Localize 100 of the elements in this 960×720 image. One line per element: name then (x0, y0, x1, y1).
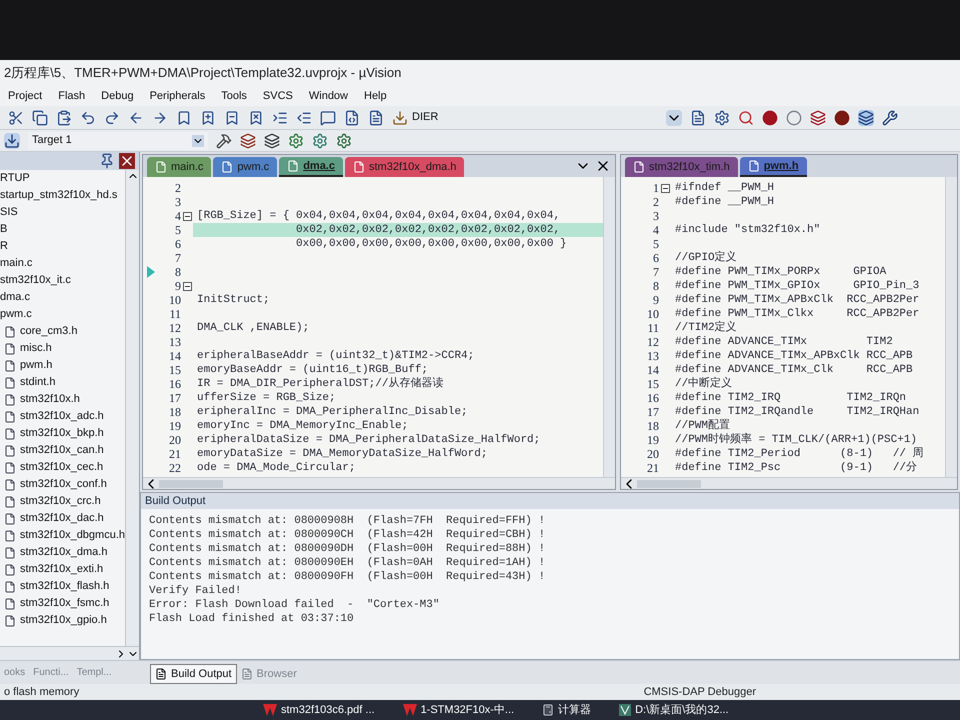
tree-item[interactable]: RTUP (0, 170, 30, 187)
close-icon[interactable] (119, 153, 135, 169)
search-icon[interactable] (738, 110, 754, 126)
cut-icon[interactable] (8, 110, 24, 126)
tree-item[interactable]: R (0, 238, 8, 255)
menu-item[interactable]: Tools (221, 88, 247, 104)
bookmark-clear-icon[interactable] (248, 110, 264, 126)
pin-icon[interactable] (99, 153, 115, 169)
fold-icon[interactable] (182, 282, 192, 290)
tree-item[interactable]: stm32f10x_fsmc.h (20, 595, 110, 612)
undo-icon[interactable] (80, 110, 96, 126)
file-icon (4, 530, 16, 542)
output-tab[interactable]: Build Output (150, 664, 237, 684)
horizontal-scrollbar[interactable] (143, 477, 615, 489)
tree-item[interactable]: stm32f10x_flash.h (20, 578, 110, 595)
file-icon (4, 342, 16, 354)
outdent-icon[interactable] (296, 110, 312, 126)
tree-item[interactable]: startup_stm32f10x_hd.s (0, 187, 118, 204)
vertical-scrollbar[interactable] (125, 170, 139, 646)
tree-item[interactable]: stm32f10x_it.c (0, 272, 71, 289)
bookmark-plus-icon[interactable] (200, 110, 216, 126)
code-line: emoryInc = DMA_MemoryInc_Enable; (197, 418, 408, 434)
tree-item[interactable]: pwm.h (20, 357, 52, 374)
tree-item[interactable]: SIS (0, 204, 18, 221)
line-number: 1 (652, 180, 659, 197)
taskbar-button[interactable]: D:\新桌面\我的32... (611, 700, 737, 720)
file-icon (4, 376, 16, 388)
settings-icon[interactable] (714, 110, 730, 126)
tree-item[interactable]: B (0, 221, 8, 238)
panel-title: Build Output (145, 494, 206, 509)
line-number: 3 (174, 194, 181, 211)
indent-icon[interactable] (272, 110, 288, 126)
dropdown-icon[interactable] (666, 110, 682, 126)
file-icon (4, 580, 16, 592)
bookmark-minus-icon[interactable] (224, 110, 240, 126)
document-icon[interactable] (690, 110, 706, 126)
code-line: emoryBaseAddr = (uint16_t)RGB_Buff; (197, 362, 428, 377)
editor-tab[interactable]: main.c (147, 157, 212, 177)
paste-icon[interactable] (56, 110, 72, 126)
code-line: #define TIM2_IRQ TIM2_IRQn (675, 390, 906, 406)
wrench-icon[interactable] (882, 110, 898, 126)
tree-item[interactable]: stm32f10x_dbgmcu.h (20, 527, 125, 544)
menu-item[interactable]: Peripherals (150, 88, 206, 104)
tree-item[interactable]: stm32f10x_can.h (20, 442, 104, 459)
tree-item[interactable]: stm32f10x_exti.h (20, 561, 104, 578)
tree-item[interactable]: core_cm3.h (20, 323, 78, 340)
vertical-scrollbar[interactable] (945, 177, 957, 477)
code-line: #define ADVANCE_TIMx TIM2 (675, 334, 893, 350)
tree-item[interactable]: stm32f10x_cec.h (20, 459, 104, 476)
tree-item[interactable]: stdint.h (20, 374, 56, 391)
line-number: 21 (646, 460, 659, 477)
taskbar-button[interactable]: 计算器 (534, 700, 600, 720)
redo-icon[interactable] (104, 110, 120, 126)
line-number: 15 (646, 376, 659, 393)
tree-item[interactable]: stm32f10x_conf.h (20, 476, 107, 493)
breakpoint-icon[interactable] (762, 110, 778, 126)
taskbar-button[interactable]: stm32f103c6.pdf ... (255, 700, 383, 720)
copy-icon[interactable] (32, 110, 48, 126)
taskbar-button[interactable]: 1-STM32F10x-中... (394, 700, 522, 720)
find-field[interactable]: DIER (412, 109, 662, 126)
tree-item[interactable]: stm32f10x_bkp.h (20, 425, 104, 442)
fold-icon[interactable] (182, 212, 192, 220)
line-number: 19 (168, 418, 181, 435)
bookmark-icon[interactable] (176, 110, 192, 126)
code-line: DMA_CLK ,ENABLE); (197, 320, 310, 336)
menu-item[interactable]: Flash (58, 88, 86, 104)
editor-tab[interactable]: stm32f10x_dma.h (344, 157, 464, 177)
menu-item[interactable]: SVCS (262, 88, 293, 104)
comment-icon[interactable] (320, 110, 336, 126)
code-line: #define PWM_TIMx_PORPx GPIOA (675, 264, 886, 280)
line-number: 14 (168, 348, 181, 365)
tree-item[interactable]: pwm.c (0, 306, 32, 323)
code-line: [RGB_Size] = { 0x04,0x04,0x04,0x04,0x04,0x04,0x04,0x04, (197, 208, 560, 224)
tree-item[interactable]: dma.c (0, 289, 30, 306)
forward-icon[interactable] (152, 110, 168, 126)
menu-item[interactable]: Help (364, 88, 387, 104)
file-icon (4, 598, 16, 610)
vertical-scrollbar[interactable] (603, 177, 615, 477)
tree-item[interactable]: stm32f10x_crc.h (20, 493, 101, 510)
line-number: 8 (652, 278, 659, 295)
tree-item[interactable]: misc.h (20, 340, 52, 357)
horizontal-scrollbar[interactable] (621, 477, 957, 489)
menu-item[interactable]: Debug (101, 88, 134, 104)
target-select[interactable]: Target 1 (28, 132, 208, 150)
editor-tab[interactable]: pwm.h (740, 157, 807, 177)
tree-item[interactable]: stm32f10x_dma.h (20, 544, 108, 561)
dropdown-icon[interactable] (192, 134, 204, 146)
editor-tab[interactable]: dma.c (279, 157, 343, 177)
horizontal-scrollbar[interactable] (0, 646, 139, 660)
tree-item[interactable]: stm32f10x_dac.h (20, 510, 104, 527)
line-number: 17 (168, 390, 181, 407)
menu-item[interactable]: Project (8, 88, 42, 104)
menu-item[interactable]: Window (308, 88, 348, 104)
tree-item[interactable]: main.c (0, 255, 32, 272)
tree-item[interactable]: stm32f10x_adc.h (20, 408, 104, 425)
tree-item[interactable]: stm32f10x_gpio.h (20, 612, 107, 629)
tree-item[interactable]: stm32f10x.h (20, 391, 80, 408)
fold-icon[interactable] (660, 184, 670, 192)
back-icon[interactable] (128, 110, 144, 126)
editor-tab[interactable]: pwm.c (213, 157, 278, 177)
